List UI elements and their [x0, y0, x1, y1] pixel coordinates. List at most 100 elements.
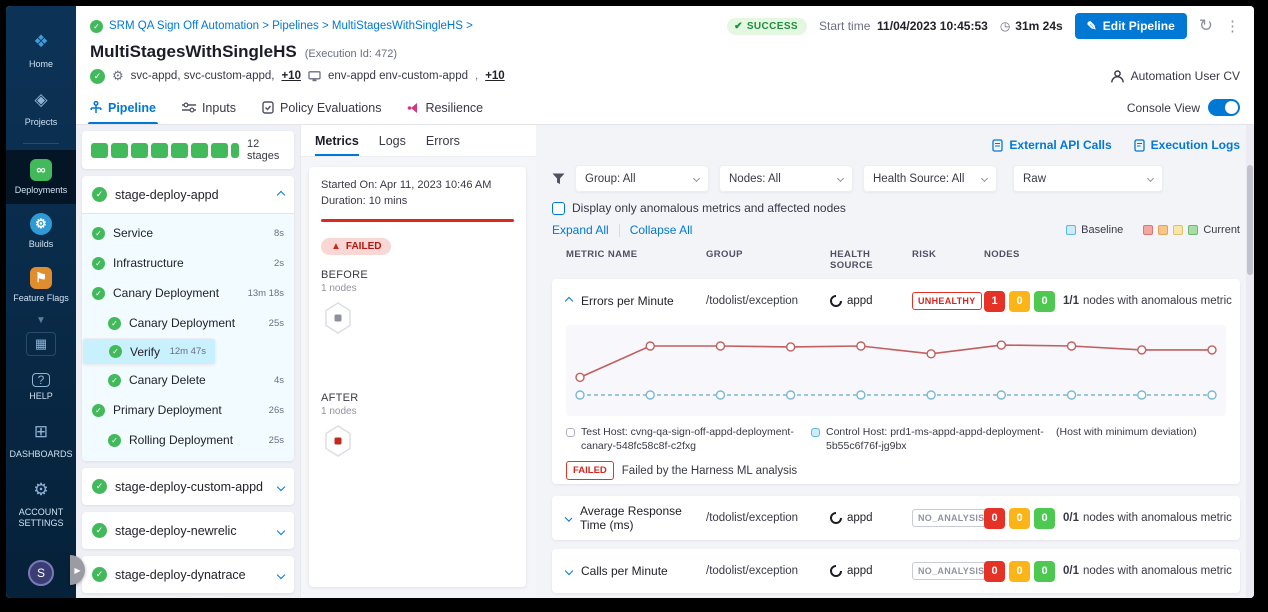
refresh-icon[interactable]: ↻ [1199, 16, 1213, 36]
step-rolling-deployment[interactable]: ✓Rolling Deployment25s [82, 425, 294, 455]
collapse-row-chevron-icon[interactable] [565, 297, 573, 305]
stage-success-icon: ✓ [92, 523, 107, 538]
step-verify-selected[interactable]: ✓Verify12m 47s [82, 338, 216, 365]
clock-icon: ◷ [1000, 19, 1010, 33]
node-count-red: 0 [984, 508, 1005, 529]
step-success-icon: ✓ [108, 374, 121, 387]
step-infrastructure[interactable]: ✓Infrastructure2s [82, 248, 294, 278]
nav-feature-flags[interactable]: ⚑ Feature Flags [6, 258, 76, 312]
builds-icon: ⚙ [30, 213, 52, 235]
tab-metrics[interactable]: Metrics [315, 125, 359, 156]
logs-doc-icon [1134, 139, 1145, 152]
before-node-hexagon[interactable] [323, 302, 353, 334]
user-avatar[interactable]: S [28, 560, 54, 586]
node-count-green: 0 [1034, 508, 1055, 529]
test-host-checkbox[interactable] [566, 428, 575, 437]
edit-pipeline-button[interactable]: ✎Edit Pipeline [1075, 13, 1187, 39]
metric-row-header[interactable]: Calls per Minute /todolist/exception app… [552, 549, 1240, 593]
nav-deployments[interactable]: ∞ Deployments [6, 150, 76, 204]
filter-funnel-icon[interactable] [552, 173, 565, 185]
step-canary-deployment-group[interactable]: ✓Canary Deployment13m 18s [82, 278, 294, 308]
tab-policy-evaluations[interactable]: Policy Evaluations [262, 91, 381, 124]
node-count-red: 1 [984, 291, 1005, 312]
stage-success-icon: ✓ [92, 187, 107, 202]
control-host-item[interactable]: Control Host: prd1-ms-appd-appd-deployme… [811, 425, 1046, 453]
nav-dashboards-label: DASHBOARDS [9, 449, 72, 459]
node-count-yellow: 0 [1009, 291, 1030, 312]
control-host-checkbox[interactable] [811, 428, 820, 437]
main-area: ✓ SRM QA Sign Off Automation > Pipelines… [76, 6, 1254, 598]
stage-progress-card: 12 stages [82, 131, 294, 169]
kebab-menu-icon[interactable]: ⋮ [1225, 17, 1240, 35]
scrollbar-track[interactable] [1246, 125, 1254, 598]
environments-more-link[interactable]: +10 [485, 70, 505, 82]
nav-builds[interactable]: ⚙ Builds [6, 204, 76, 258]
nav-account-settings[interactable]: ⚙ ACCOUNT SETTINGS [6, 468, 76, 537]
stage-header-dynatrace[interactable]: ✓stage-deploy-dynatrace [82, 556, 294, 593]
pipeline-icon [90, 101, 102, 114]
tab-logs[interactable]: Logs [379, 125, 406, 156]
chevron-down-icon [981, 175, 988, 182]
nav-more-chevron-icon[interactable]: ▼ [36, 315, 46, 326]
step-primary-deployment[interactable]: ✓Primary Deployment26s [82, 395, 294, 425]
health-source-filter-select[interactable]: Health Source: All [863, 165, 997, 192]
node-count-yellow: 0 [1009, 508, 1030, 529]
tab-errors[interactable]: Errors [426, 125, 460, 156]
expand-row-chevron-icon[interactable] [565, 514, 573, 522]
metrics-panel: External API Calls Execution Logs Group:… [536, 125, 1254, 598]
nav-dashboards[interactable]: ⊞ DASHBOARDS [6, 410, 76, 468]
breadcrumb[interactable]: SRM QA Sign Off Automation > Pipelines >… [109, 20, 473, 32]
view-mode-select[interactable]: Raw [1013, 165, 1163, 192]
current-orange-swatch [1158, 225, 1168, 235]
module-picker-icon[interactable]: ▦ [26, 332, 56, 356]
node-count-red: 0 [984, 561, 1005, 582]
test-host-item[interactable]: Test Host: cvng-qa-sign-off-appd-deploym… [566, 425, 801, 453]
metric-line-chart[interactable] [566, 325, 1226, 411]
expand-all-link[interactable]: Expand All [552, 223, 609, 237]
metrics-table-header: METRIC NAME GROUP HEALTH SOURCE RISK NOD… [552, 237, 1240, 279]
collapse-all-link[interactable]: Collapse All [630, 223, 693, 237]
anomalous-only-checkbox[interactable] [552, 202, 565, 215]
step-canary-delete[interactable]: ✓Canary Delete4s [82, 365, 294, 395]
stage-header-newrelic[interactable]: ✓stage-deploy-newrelic [82, 512, 294, 549]
services-status-icon: ✓ [90, 69, 105, 84]
tab-resilience[interactable]: Resilience [407, 91, 483, 124]
risk-badge: NO_ANALYSIS [912, 509, 991, 527]
nav-home-label: Home [29, 59, 53, 69]
col-risk: RISK [912, 249, 984, 271]
verify-duration: Duration: 10 mins [321, 195, 514, 207]
execution-logs-link[interactable]: Execution Logs [1134, 138, 1240, 152]
after-node-hexagon[interactable] [323, 425, 353, 457]
step-canary-deployment[interactable]: ✓Canary Deployment25s [82, 308, 294, 338]
stage-header-deploy-appd[interactable]: ✓ stage-deploy-appd [82, 176, 294, 213]
verify-step-panel: Metrics Logs Errors Started On: Apr 11, … [300, 125, 536, 598]
anomalous-only-label: Display only anomalous metrics and affec… [572, 201, 846, 215]
feature-flags-icon: ⚑ [30, 267, 52, 289]
content-row: 12 stages ✓ stage-deploy-appd ✓Service8s… [76, 125, 1254, 598]
tab-pipeline[interactable]: Pipeline [90, 91, 156, 124]
test-host-label: Test Host: cvng-qa-sign-off-appd-deploym… [581, 425, 801, 453]
node-ratio: 0/1 [1063, 512, 1079, 524]
scrollbar-thumb[interactable] [1247, 165, 1253, 275]
stage-header-custom-appd[interactable]: ✓stage-deploy-custom-appd [82, 468, 294, 505]
external-api-calls-link[interactable]: External API Calls [992, 138, 1111, 152]
risk-badge: UNHEALTHY [912, 292, 982, 310]
step-service[interactable]: ✓Service8s [82, 218, 294, 248]
nodes-filter-select[interactable]: Nodes: All [719, 165, 853, 192]
services-more-link[interactable]: +10 [281, 70, 301, 82]
metric-row-header[interactable]: Errors per Minute /todolist/exception ap… [552, 279, 1240, 323]
metric-row-header[interactable]: Average Response Time (ms) /todolist/exc… [552, 496, 1240, 540]
chart-host-labels: Test Host: cvng-qa-sign-off-appd-deploym… [566, 425, 1226, 453]
before-label: BEFORE [321, 269, 514, 281]
nav-help[interactable]: ? HELP [6, 364, 76, 410]
start-time-label: Start time [819, 19, 870, 33]
group-filter-select[interactable]: Group: All [575, 165, 709, 192]
nav-home[interactable]: ❖ Home [6, 20, 76, 78]
step-success-icon: ✓ [108, 434, 121, 447]
nav-builds-label: Builds [29, 239, 54, 249]
console-view-toggle[interactable] [1208, 99, 1240, 116]
expand-row-chevron-icon[interactable] [565, 567, 573, 575]
nav-projects[interactable]: ◈ Projects [6, 78, 76, 136]
tab-inputs[interactable]: Inputs [182, 91, 236, 124]
api-doc-icon [992, 139, 1003, 152]
